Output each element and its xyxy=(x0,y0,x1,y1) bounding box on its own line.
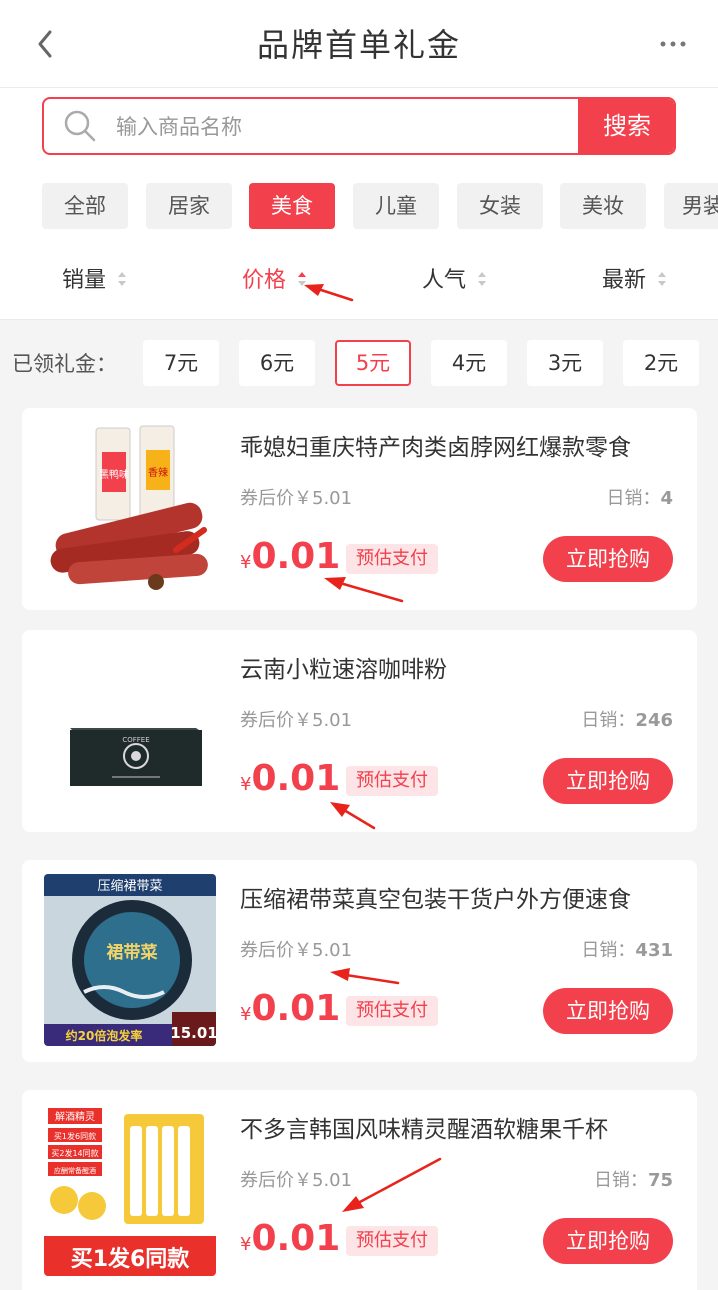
after-coupon-price: 券后价￥5.01 xyxy=(240,488,353,509)
sort-sales[interactable]: 销量 xyxy=(62,262,127,294)
sales-label: 日销： xyxy=(581,710,636,731)
daily-sales: 日销：4 xyxy=(606,484,673,510)
product-name[interactable]: 压缩裙带菜真空包装干货户外方便速食 xyxy=(240,880,674,914)
estimated-pay-tag: 预估支付 xyxy=(346,766,438,796)
coupon-chip[interactable]: 3元 xyxy=(527,340,603,386)
product-image: 压缩裙带菜 裙带菜 约20倍泡发率 15.01 xyxy=(44,874,216,1046)
buy-now-button[interactable]: 立即抢购 xyxy=(543,758,673,804)
search-button[interactable]: 搜索 xyxy=(578,99,674,153)
sales-label: 日销： xyxy=(593,1170,648,1191)
search-input[interactable]: 输入商品名称 xyxy=(116,111,242,141)
sort-arrows-icon xyxy=(658,272,667,286)
product-name[interactable]: 乖媳妇重庆特产肉类卤脖网红爆款零食 xyxy=(240,428,674,462)
package-label: 买1发6同款 xyxy=(71,1246,191,1272)
price-value: 0.01 xyxy=(251,536,341,577)
package-label: 15.01 xyxy=(170,1024,216,1042)
coupon-chip[interactable]: 2元 xyxy=(623,340,699,386)
product-card[interactable]: COFFEE 云南小粒速溶咖啡粉 券后价￥5.01 日销：246 ¥0.01 预… xyxy=(22,630,697,832)
product-card[interactable]: 黑鸭味 香辣 乖媳妇重庆特产肉类卤脖网红爆款零食 券后价￥5.01 日销：4 ¥… xyxy=(22,408,697,610)
coupon-selector: 已领礼金： 7元 6元 5元 4元 3元 2元 xyxy=(0,340,718,388)
package-label: 黑鸭味 xyxy=(99,468,129,481)
product-image: 黑鸭味 香辣 xyxy=(44,422,216,594)
price: ¥0.01 xyxy=(240,1218,340,1259)
sort-arrows-icon xyxy=(298,272,307,286)
sort-newest[interactable]: 最新 xyxy=(602,262,667,294)
price-value: 0.01 xyxy=(251,1218,341,1259)
price: ¥0.01 xyxy=(240,536,340,577)
estimated-pay-tag: 预估支付 xyxy=(346,996,438,1026)
page-title: 品牌首单礼金 xyxy=(256,26,461,64)
package-label: 买1发6同款 xyxy=(54,1131,96,1141)
coupon-chip[interactable]: 7元 xyxy=(143,340,219,386)
filter-panel: 输入商品名称 搜索 全部 居家 美食 儿童 女装 美妆 男装 销量 价格 人气 … xyxy=(0,88,718,320)
estimated-pay-tag: 预估支付 xyxy=(346,544,438,574)
after-coupon-price: 券后价￥5.01 xyxy=(240,1170,353,1191)
coupon-label: 已领礼金： xyxy=(12,352,117,376)
sales-count: 4 xyxy=(660,488,673,509)
sort-label: 最新 xyxy=(602,268,647,293)
more-icon[interactable] xyxy=(658,24,688,64)
after-coupon-price: 券后价￥5.01 xyxy=(240,710,353,731)
currency-symbol: ¥ xyxy=(240,552,252,573)
estimated-pay-tag: 预估支付 xyxy=(346,1226,438,1256)
search-bar: 输入商品名称 搜索 xyxy=(42,97,676,155)
package-label: 应酬常备醒酒 xyxy=(54,1166,96,1175)
sort-bar: 销量 价格 人气 最新 xyxy=(0,258,718,302)
package-label: 解酒精灵 xyxy=(55,1110,95,1123)
sales-label: 日销： xyxy=(606,488,661,509)
daily-sales: 日销：75 xyxy=(594,1166,673,1192)
sort-arrows-icon xyxy=(118,272,127,286)
search-icon xyxy=(64,110,96,142)
price-value: 0.01 xyxy=(251,758,341,799)
sort-price[interactable]: 价格 xyxy=(242,262,307,294)
currency-symbol: ¥ xyxy=(240,1004,252,1025)
daily-sales: 日销：431 xyxy=(581,936,673,962)
price: ¥0.01 xyxy=(240,758,340,799)
product-image: 解酒精灵 买1发6同款 买2发14同款 应酬常备醒酒 买1发6同款 xyxy=(44,1104,216,1276)
product-name[interactable]: 不多言韩国风味精灵醒酒软糖果千杯 xyxy=(240,1110,674,1144)
currency-symbol: ¥ xyxy=(240,1234,252,1255)
product-image: COFFEE xyxy=(44,644,216,816)
package-label: COFFEE xyxy=(122,736,149,744)
sort-arrows-icon xyxy=(478,272,487,286)
sales-count: 75 xyxy=(647,1170,673,1191)
product-card[interactable]: 压缩裙带菜 裙带菜 约20倍泡发率 15.01 压缩裙带菜真空包装干货户外方便速… xyxy=(22,860,697,1062)
package-label: 裙带菜 xyxy=(107,942,159,963)
product-card[interactable]: 解酒精灵 买1发6同款 买2发14同款 应酬常备醒酒 买1发6同款 不多言韩国风… xyxy=(22,1090,697,1290)
product-name[interactable]: 云南小粒速溶咖啡粉 xyxy=(240,650,674,684)
sort-label: 销量 xyxy=(62,268,107,293)
buy-now-button[interactable]: 立即抢购 xyxy=(543,988,673,1034)
sort-popularity[interactable]: 人气 xyxy=(422,262,487,294)
currency-symbol: ¥ xyxy=(240,774,252,795)
sales-label: 日销： xyxy=(581,940,636,961)
coupon-chip[interactable]: 4元 xyxy=(431,340,507,386)
coupon-chip[interactable]: 6元 xyxy=(239,340,315,386)
category-tab-beauty[interactable]: 美妆 xyxy=(560,183,646,229)
package-label: 买2发14同款 xyxy=(51,1148,98,1158)
price: ¥0.01 xyxy=(240,988,340,1029)
buy-now-button[interactable]: 立即抢购 xyxy=(543,1218,673,1264)
sales-count: 246 xyxy=(635,710,673,731)
price-value: 0.01 xyxy=(251,988,341,1029)
category-tab-all[interactable]: 全部 xyxy=(42,183,128,229)
package-label: 压缩裙带菜 xyxy=(97,878,162,894)
sort-label: 人气 xyxy=(422,268,467,293)
coupon-chip-selected[interactable]: 5元 xyxy=(335,340,411,386)
daily-sales: 日销：246 xyxy=(581,706,673,732)
package-label: 约20倍泡发率 xyxy=(66,1028,143,1043)
category-tab-kids[interactable]: 儿童 xyxy=(353,183,439,229)
sort-label: 价格 xyxy=(242,268,287,293)
buy-now-button[interactable]: 立即抢购 xyxy=(543,536,673,582)
after-coupon-price: 券后价￥5.01 xyxy=(240,940,353,961)
category-tab-women[interactable]: 女装 xyxy=(457,183,543,229)
top-bar: 品牌首单礼金 xyxy=(0,0,718,88)
category-tab-men[interactable]: 男装 xyxy=(664,183,718,229)
category-tab-food[interactable]: 美食 xyxy=(249,183,335,229)
category-tab-home[interactable]: 居家 xyxy=(146,183,232,229)
sales-count: 431 xyxy=(635,940,673,961)
package-label: 香辣 xyxy=(148,466,168,479)
